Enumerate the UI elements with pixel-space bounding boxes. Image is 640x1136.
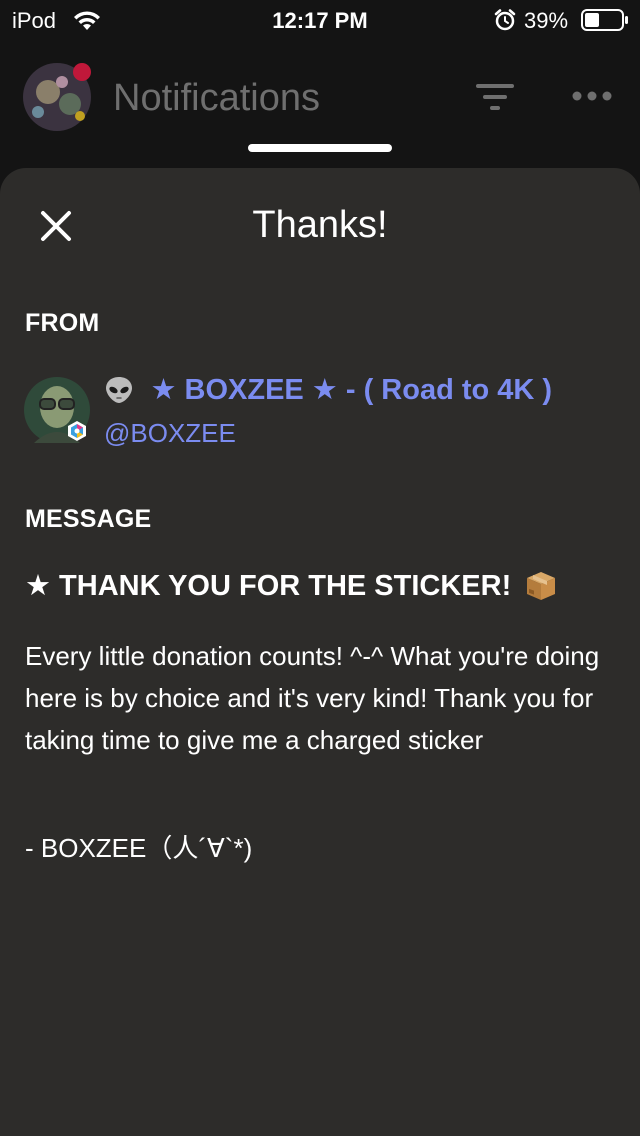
sheet-grabber[interactable]	[248, 144, 392, 152]
filter-icon[interactable]	[476, 82, 514, 112]
status-bar: iPod 12:17 PM 39%	[0, 0, 640, 40]
more-icon[interactable]	[572, 90, 612, 102]
message-signoff: - BOXZEE（人´∀`*)	[25, 833, 253, 863]
sender-display-name: ★ BOXZEE ★ - ( Road to 4K )	[150, 374, 553, 406]
from-label: FROM	[25, 309, 100, 337]
battery-percent: 39%	[524, 8, 569, 33]
package-emoji-icon	[526, 572, 555, 600]
message-body: Every little donation counts! ^-^ What y…	[25, 641, 600, 755]
sheet-title: Thanks!	[252, 204, 388, 246]
user-avatar[interactable]	[20, 60, 94, 134]
message-heading-text: ★ THANK YOU FOR THE STICKER!	[25, 570, 512, 602]
sender-name-row[interactable]: ★ BOXZEE ★ - ( Road to 4K )	[104, 370, 552, 410]
thanks-sheet: Thanks! FROM ★ BOXZEE ★ - ( Road to 4K )…	[0, 168, 640, 1136]
message-heading: ★ THANK YOU FOR THE STICKER!	[25, 566, 558, 606]
hexagon-badge-icon	[68, 421, 86, 441]
message-label: MESSAGE	[25, 505, 152, 533]
page-title: Notifications	[113, 77, 320, 119]
alarm-icon	[494, 9, 516, 31]
sender-handle[interactable]: @BOXZEE	[104, 416, 236, 450]
battery-icon	[581, 9, 628, 31]
alien-emoji-icon	[106, 377, 132, 403]
